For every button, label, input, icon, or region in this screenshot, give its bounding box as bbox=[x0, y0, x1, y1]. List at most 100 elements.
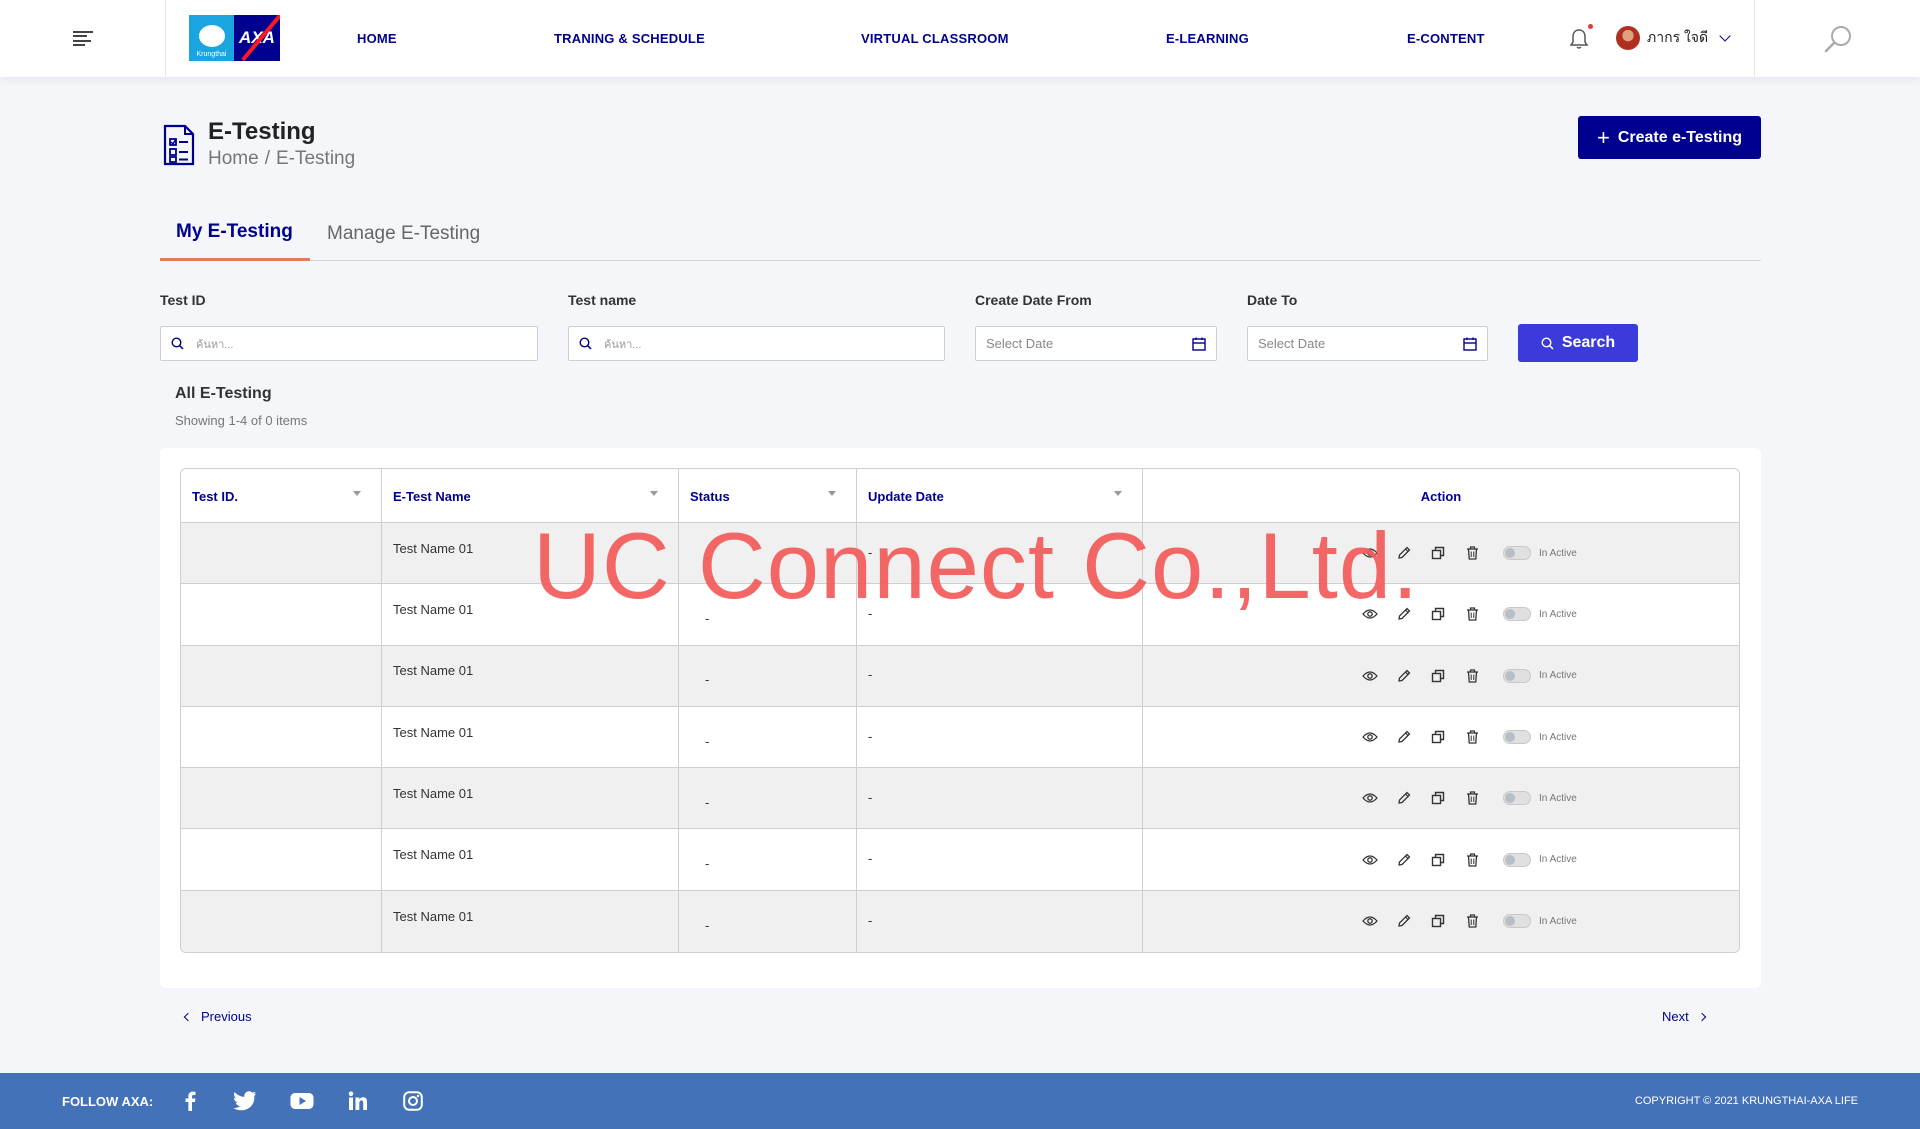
copy-icon[interactable] bbox=[1421, 727, 1455, 747]
active-toggle[interactable] bbox=[1503, 668, 1531, 683]
youtube-icon[interactable] bbox=[290, 1089, 314, 1113]
date-to-field[interactable]: Select Date bbox=[1247, 326, 1488, 361]
user-name: ภากร ใจดี bbox=[1647, 29, 1709, 45]
pencil-icon[interactable] bbox=[1387, 543, 1421, 563]
facebook-icon[interactable] bbox=[178, 1089, 202, 1113]
bell-icon[interactable] bbox=[1569, 28, 1589, 50]
trash-icon[interactable] bbox=[1455, 604, 1489, 624]
copy-icon[interactable] bbox=[1421, 666, 1455, 686]
column-status[interactable]: Status bbox=[679, 469, 857, 523]
copy-icon[interactable] bbox=[1421, 850, 1455, 870]
search-button[interactable]: Search bbox=[1518, 324, 1638, 362]
cell-e-test-name: Test Name 01 bbox=[382, 706, 679, 768]
next-page-button[interactable]: Next bbox=[1662, 1009, 1706, 1024]
pencil-icon[interactable] bbox=[1387, 727, 1421, 747]
user-menu[interactable]: ภากร ใจดี bbox=[1616, 26, 1731, 50]
tab-manage-e-testing[interactable]: Manage E-Testing bbox=[327, 206, 480, 261]
sort-icon[interactable] bbox=[353, 491, 361, 496]
nav-virtual-classroom[interactable]: VIRTUAL CLASSROOM bbox=[861, 31, 1009, 46]
column-action-label: Action bbox=[1420, 488, 1462, 504]
items-count: Showing 1-4 of 0 items bbox=[175, 413, 308, 428]
test-name-value: Test Name 01 bbox=[393, 601, 474, 617]
pencil-icon[interactable] bbox=[1387, 850, 1421, 870]
column-test-id[interactable]: Test ID. bbox=[181, 469, 382, 523]
update-date-value: - bbox=[868, 789, 873, 805]
active-toggle[interactable] bbox=[1503, 852, 1531, 867]
nav-training-schedule[interactable]: TRANING & SCHEDULE bbox=[554, 31, 705, 46]
search-icon bbox=[579, 337, 592, 350]
previous-page-button[interactable]: Previous bbox=[183, 1009, 252, 1024]
toggle-label: In Active bbox=[1539, 608, 1577, 620]
eye-icon[interactable] bbox=[1353, 727, 1387, 747]
trash-icon[interactable] bbox=[1455, 911, 1489, 931]
eye-icon[interactable] bbox=[1353, 666, 1387, 686]
copy-icon[interactable] bbox=[1421, 543, 1455, 563]
eye-icon[interactable] bbox=[1353, 604, 1387, 624]
test-name-value: Test Name 01 bbox=[393, 540, 474, 556]
trash-icon[interactable] bbox=[1455, 788, 1489, 808]
copy-icon[interactable] bbox=[1421, 604, 1455, 624]
column-test-id-label: Test ID. bbox=[192, 488, 238, 504]
sort-icon[interactable] bbox=[1114, 491, 1122, 496]
cell-status: - bbox=[679, 584, 857, 645]
top-navbar: Krungthai AXA HOME TRANING & SCHEDULE VI… bbox=[0, 0, 1920, 77]
sort-icon[interactable] bbox=[828, 491, 836, 496]
breadcrumb-current: E-Testing bbox=[275, 148, 356, 169]
eye-icon[interactable] bbox=[1353, 788, 1387, 808]
active-toggle[interactable] bbox=[1503, 546, 1531, 561]
pencil-icon[interactable] bbox=[1387, 911, 1421, 931]
trash-icon[interactable] bbox=[1455, 666, 1489, 686]
active-toggle[interactable] bbox=[1503, 730, 1531, 745]
copy-icon[interactable] bbox=[1421, 788, 1455, 808]
copy-icon[interactable] bbox=[1421, 911, 1455, 931]
eye-icon[interactable] bbox=[1353, 850, 1387, 870]
column-e-test-name-label: E-Test Name bbox=[393, 488, 471, 504]
active-toggle[interactable] bbox=[1503, 914, 1531, 929]
nav-e-learning[interactable]: E-LEARNING bbox=[1166, 31, 1249, 46]
column-e-test-name[interactable]: E-Test Name bbox=[382, 469, 679, 523]
trash-icon[interactable] bbox=[1455, 543, 1489, 563]
cell-status: - bbox=[679, 890, 857, 953]
instagram-icon[interactable] bbox=[401, 1089, 425, 1113]
cell-update-date: - bbox=[857, 706, 1143, 768]
toggle-knob bbox=[1505, 793, 1515, 804]
toggle-label: In Active bbox=[1539, 731, 1577, 743]
eye-icon[interactable] bbox=[1353, 911, 1387, 931]
cell-e-test-name: Test Name 01 bbox=[382, 523, 679, 584]
toggle-knob bbox=[1505, 854, 1515, 865]
hamburger-menu-icon[interactable] bbox=[72, 30, 93, 47]
pencil-icon[interactable] bbox=[1387, 666, 1421, 686]
date-to-label: Date To bbox=[1247, 292, 1298, 308]
twitter-icon[interactable] bbox=[233, 1089, 257, 1113]
cell-status: - bbox=[679, 523, 857, 584]
cell-action: In Active bbox=[1143, 523, 1739, 583]
cell-test-id bbox=[181, 584, 382, 645]
test-name-label: Test name bbox=[568, 292, 637, 308]
date-from-label: Create Date From bbox=[975, 292, 1092, 308]
eye-icon[interactable] bbox=[1353, 543, 1387, 563]
create-e-testing-button[interactable]: + Create e-Testing bbox=[1578, 116, 1761, 159]
cell-e-test-name: Test Name 01 bbox=[382, 890, 679, 953]
follow-label: FOLLOW AXA: bbox=[62, 1094, 154, 1109]
krungthai-axa-logo[interactable]: Krungthai AXA bbox=[189, 15, 280, 61]
active-toggle[interactable] bbox=[1503, 791, 1531, 806]
date-from-field[interactable]: Select Date bbox=[975, 326, 1217, 361]
search-icon[interactable] bbox=[1823, 24, 1853, 54]
trash-icon[interactable] bbox=[1455, 850, 1489, 870]
cell-update-date: - bbox=[857, 890, 1143, 953]
test-id-label: Test ID bbox=[160, 292, 206, 308]
tab-my-e-testing[interactable]: My E-Testing bbox=[160, 206, 310, 261]
nav-e-content[interactable]: E-CONTENT bbox=[1407, 31, 1485, 46]
trash-icon[interactable] bbox=[1455, 727, 1489, 747]
status-value: - bbox=[705, 917, 710, 933]
pencil-icon[interactable] bbox=[1387, 604, 1421, 624]
test-id-input[interactable]: ค้นหา... bbox=[160, 326, 538, 361]
column-update-date[interactable]: Update Date bbox=[857, 469, 1143, 523]
test-name-input[interactable]: ค้นหา... bbox=[568, 326, 945, 361]
sort-icon[interactable] bbox=[650, 491, 658, 496]
pencil-icon[interactable] bbox=[1387, 788, 1421, 808]
breadcrumb-home[interactable]: Home bbox=[208, 148, 259, 169]
active-toggle[interactable] bbox=[1503, 607, 1531, 622]
nav-home[interactable]: HOME bbox=[357, 31, 397, 46]
linkedin-icon[interactable] bbox=[346, 1089, 370, 1113]
